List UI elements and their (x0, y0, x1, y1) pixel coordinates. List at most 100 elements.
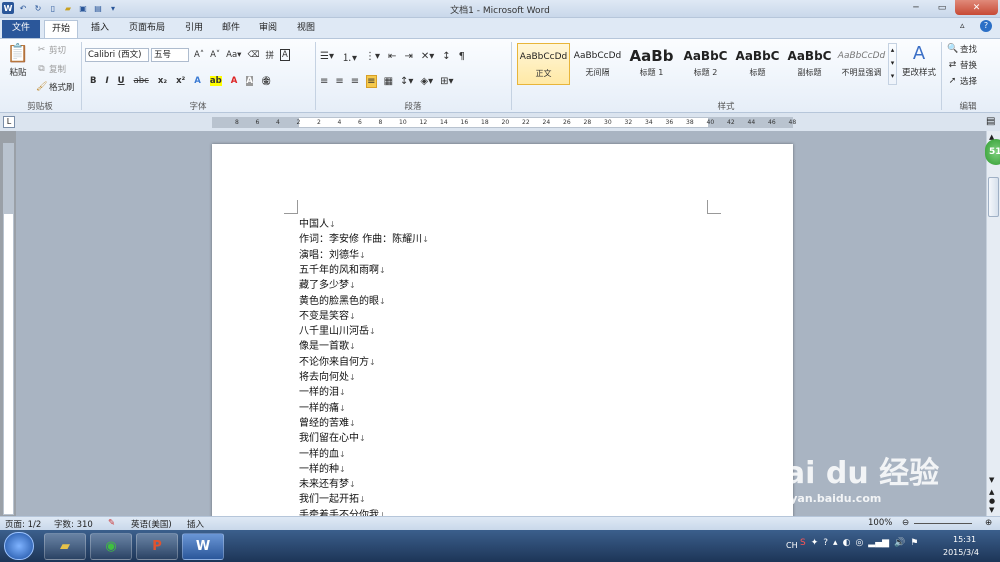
network-icon[interactable]: ▂▄▆ (868, 538, 889, 548)
minimize-button[interactable]: ─ (903, 0, 929, 15)
distributed-icon[interactable]: ▦ (384, 76, 393, 87)
increase-indent-icon[interactable]: ⇥ (404, 51, 412, 62)
document-line[interactable]: 我们留在心中↓ (299, 429, 366, 444)
zoom-in-icon[interactable]: ⊕ (985, 518, 992, 528)
document-line[interactable]: 不变是笑容↓ (299, 307, 356, 322)
ruler-toggle-icon[interactable]: ▤ (986, 116, 995, 127)
paste-button[interactable]: 📋 粘贴 (5, 43, 31, 78)
cut-button[interactable]: ✂ 剪切 (36, 44, 66, 57)
font-color-button[interactable]: A (231, 76, 238, 86)
document-line[interactable]: 八千里山川河岳↓ (299, 322, 376, 337)
tray-expand-icon[interactable]: ▴ (833, 538, 838, 548)
style-title[interactable]: AaBbC 标题 (731, 43, 784, 85)
maximize-button[interactable]: ▭ (929, 0, 955, 15)
language-status[interactable]: 英语(美国) (131, 518, 172, 530)
char-border-icon[interactable]: A (280, 49, 290, 61)
document-line[interactable]: 一样的痛↓ (299, 399, 346, 414)
scroll-down-icon[interactable]: ▼ (989, 476, 994, 484)
align-left-icon[interactable]: ≡ (320, 76, 328, 87)
enclose-char-button[interactable]: ㊎ (262, 75, 271, 87)
change-case-icon[interactable]: Aa▾ (226, 50, 241, 60)
document-line[interactable]: 演唱：刘德华↓ (299, 246, 366, 261)
document-line[interactable]: 一样的泪↓ (299, 383, 346, 398)
collapse-ribbon-icon[interactable]: ▵ (960, 21, 965, 31)
italic-button[interactable]: I (105, 76, 108, 86)
style-normal[interactable]: AaBbCcDd 正文 (517, 43, 570, 85)
help-icon[interactable]: ? (980, 20, 992, 32)
style-heading-2[interactable]: AaBbC 标题 2 (679, 43, 732, 85)
clock-date[interactable]: 2015/3/4 (943, 548, 979, 557)
sogou-icon[interactable]: S (800, 538, 806, 548)
grow-font-icon[interactable]: A˄ (194, 50, 204, 60)
font-name-select[interactable]: Calibri (西文) (85, 48, 149, 62)
document-line[interactable]: 曾经的苦难↓ (299, 414, 356, 429)
document-line[interactable]: 藏了多少梦↓ (299, 276, 356, 291)
ime-icon[interactable]: ✦ (811, 538, 819, 548)
volume-icon[interactable]: 🔊 (894, 538, 905, 548)
document-line[interactable]: 一样的种↓ (299, 460, 346, 475)
word-count[interactable]: 字数: 310 (54, 518, 93, 530)
start-button[interactable] (4, 532, 34, 560)
vertical-ruler[interactable] (3, 143, 14, 515)
align-right-icon[interactable]: ≡ (351, 76, 359, 87)
tab-insert[interactable]: 插入 (84, 20, 116, 38)
prev-page-icon[interactable]: ▲ (989, 488, 994, 496)
style-subtle-emphasis[interactable]: AaBbCcDd 不明显强调 (835, 43, 888, 85)
document-line[interactable]: 黄色的脸黑色的眼↓ (299, 292, 386, 307)
document-line[interactable]: 将去向何处↓ (299, 368, 356, 383)
document-line[interactable]: 五千年的风和雨啊↓ (299, 261, 386, 276)
tab-view[interactable]: 视图 (290, 20, 322, 38)
align-center-icon[interactable]: ≡ (335, 76, 343, 87)
tab-mailings[interactable]: 邮件 (215, 20, 247, 38)
document-line[interactable]: 一样的血↓ (299, 445, 346, 460)
document-page[interactable]: 中国人↓ 作词：李安修 作曲：陈耀川↓ 演唱：刘德华↓ 五千年的风和雨啊↓ 藏了多少梦↓… (212, 144, 793, 524)
style-heading-1[interactable]: AaBb 标题 1 (625, 43, 678, 85)
replace-button[interactable]: ⇄ 替换 (947, 59, 977, 72)
flag-icon[interactable]: ⚑ (910, 538, 918, 548)
browser-taskbar-icon[interactable]: ◉ (90, 533, 132, 560)
document-line[interactable]: 作词：李安修 作曲：陈耀川↓ (299, 230, 429, 245)
multilevel-list-icon[interactable]: ⋮▾ (365, 51, 380, 62)
change-styles-button[interactable]: A 更改样式 (900, 43, 938, 78)
floating-badge[interactable]: 51 (985, 139, 1000, 165)
decrease-indent-icon[interactable]: ⇤ (388, 51, 396, 62)
borders-icon[interactable]: ⊞▾ (440, 76, 453, 87)
powerpoint-taskbar-icon[interactable]: P (136, 533, 178, 560)
shrink-font-icon[interactable]: A˅ (210, 50, 220, 60)
text-effects-button[interactable]: A (194, 76, 201, 86)
font-size-select[interactable]: 五号 (151, 48, 189, 62)
bullets-icon[interactable]: ☰▾ (320, 51, 334, 62)
style-subtitle[interactable]: AaBbC 副标题 (783, 43, 836, 85)
style-no-spacing[interactable]: AaBbCcDd 无间隔 (571, 43, 624, 85)
tab-home[interactable]: 开始 (44, 20, 79, 38)
format-painter-button[interactable]: 🖌 格式刷 (36, 81, 75, 94)
help-tray-icon[interactable]: ? (823, 538, 828, 548)
line-spacing-icon[interactable]: ↕▾ (400, 76, 413, 87)
clock-time[interactable]: 15:31 (953, 535, 976, 544)
clear-format-icon[interactable]: ⌫ (247, 50, 259, 60)
justify-icon[interactable]: ≡ (366, 75, 377, 88)
scroll-thumb[interactable] (988, 177, 999, 217)
select-button[interactable]: ➚ 选择 (947, 75, 977, 88)
document-line[interactable]: 像是一首歌↓ (299, 337, 356, 352)
vertical-scrollbar[interactable]: ▲ ▼ ▲ ● ▼ (986, 131, 1000, 516)
show-marks-icon[interactable]: ¶ (459, 51, 465, 62)
page-count[interactable]: 页面: 1/2 (5, 518, 41, 530)
tab-file[interactable]: 文件 (2, 20, 40, 38)
highlight-button[interactable]: ab (209, 76, 222, 86)
sort-icon[interactable]: ↕ (442, 51, 450, 62)
char-shading-button[interactable]: A (246, 76, 253, 86)
close-button[interactable]: ✕ (955, 0, 998, 15)
tab-selector-icon[interactable]: L (3, 116, 15, 128)
horizontal-ruler[interactable]: 8 6 4 2 2 4 6 8 10 12 14 16 18 20 22 24 26 28 30 32 34 36 38 40… (212, 117, 796, 128)
shading-icon[interactable]: ◈▾ (420, 76, 433, 87)
subscript-button[interactable]: x₂ (158, 76, 167, 86)
pinyin-icon[interactable]: 拼 (265, 49, 274, 61)
document-line[interactable]: 未来还有梦↓ (299, 475, 356, 490)
tab-page-layout[interactable]: 页面布局 (122, 20, 172, 38)
underline-button[interactable]: U (118, 76, 125, 86)
document-line[interactable]: 我们一起开拓↓ (299, 490, 366, 505)
document-line[interactable]: 中国人↓ (299, 215, 336, 230)
superscript-button[interactable]: x² (176, 76, 185, 86)
proofing-icon[interactable]: ✎ (108, 518, 115, 528)
